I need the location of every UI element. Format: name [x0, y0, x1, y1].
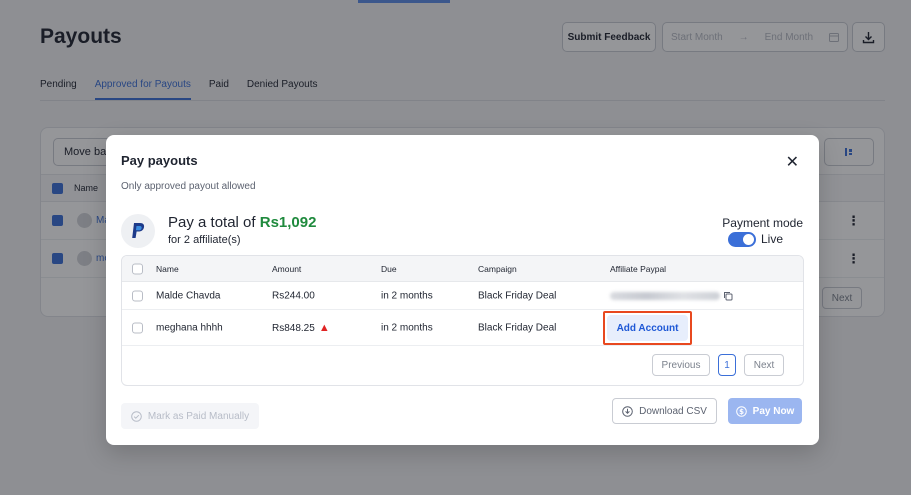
mark-paid-label: Mark as Paid Manually: [147, 410, 250, 422]
download-csv-button[interactable]: Download CSV: [612, 398, 717, 424]
table-header: Name Amount Due Campaign Affiliate Paypa…: [122, 256, 803, 282]
check-circle-icon: [131, 410, 142, 422]
row-checkbox[interactable]: [132, 322, 143, 333]
total-amount: Rs1,092: [259, 214, 317, 231]
affiliate-count: for 2 affiliate(s): [168, 234, 241, 246]
download-csv-label: Download CSV: [639, 405, 707, 417]
payout-amount-cell: Rs848.25 ▲: [272, 322, 330, 334]
paypal-icon: [121, 214, 155, 248]
total-prefix: Pay a total of: [168, 214, 256, 231]
payouts-table: Name Amount Due Campaign Affiliate Paypa…: [121, 255, 804, 386]
affiliate-name: meghana hhhh: [156, 322, 223, 333]
payment-mode-toggle[interactable]: [728, 232, 756, 247]
svg-text:$: $: [739, 408, 744, 416]
payment-mode-value: Live: [761, 232, 784, 246]
select-all-checkbox[interactable]: [132, 263, 143, 274]
campaign-name: Black Friday Deal: [478, 290, 557, 301]
column-header-amount: Amount: [272, 263, 302, 274]
affiliate-name: Malde Chavda: [156, 290, 221, 301]
payout-amount: Rs848.25: [272, 322, 315, 334]
campaign-name: Black Friday Deal: [478, 322, 557, 333]
toggle-knob: [743, 234, 754, 245]
mark-as-paid-manually-button[interactable]: Mark as Paid Manually: [121, 403, 259, 429]
column-header-campaign: Campaign: [478, 263, 517, 274]
previous-page-button[interactable]: Previous: [652, 354, 710, 376]
close-icon[interactable]: ✕: [786, 152, 799, 172]
pagination: Previous 1 Next: [122, 346, 803, 385]
payment-mode-label: Payment mode: [722, 216, 803, 230]
payout-total: Pay a total of Rs1,092: [168, 214, 316, 231]
column-header-name: Name: [156, 263, 179, 274]
due-date: in 2 months: [381, 322, 433, 333]
page-number-button[interactable]: 1: [718, 354, 736, 376]
download-circle-icon: [622, 405, 633, 417]
due-date: in 2 months: [381, 290, 433, 301]
copy-icon[interactable]: [723, 291, 733, 301]
warning-icon: ▲: [318, 321, 330, 334]
column-header-affiliate-paypal: Affiliate Paypal: [610, 263, 667, 274]
next-page-button[interactable]: Next: [744, 354, 784, 376]
table-row: meghana hhhh Rs848.25 ▲ in 2 months Black…: [122, 310, 803, 346]
modal-title: Pay payouts: [121, 153, 198, 168]
dollar-circle-icon: $: [735, 405, 747, 417]
highlight-box: [603, 311, 692, 345]
pay-payouts-modal: Pay payouts ✕ Only approved payout allow…: [106, 135, 819, 445]
pay-now-button[interactable]: $ Pay Now: [728, 398, 802, 424]
table-row: Malde Chavda Rs244.00 in 2 months Black …: [122, 282, 803, 310]
column-header-due: Due: [381, 263, 397, 274]
modal-subtitle: Only approved payout allowed: [121, 181, 256, 192]
payout-amount: Rs244.00: [272, 290, 315, 301]
pay-now-label: Pay Now: [752, 405, 795, 417]
row-checkbox[interactable]: [132, 290, 143, 301]
blurred-paypal-email: [610, 291, 720, 300]
